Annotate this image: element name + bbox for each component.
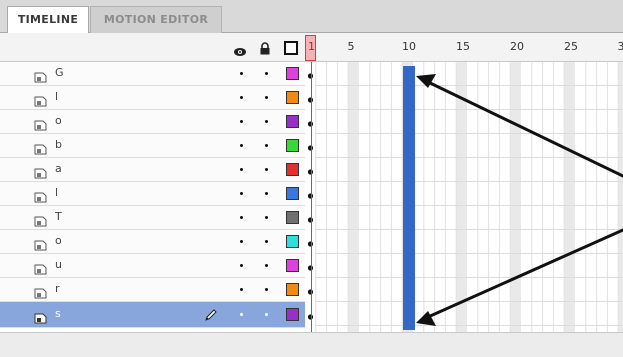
lock-dot[interactable] — [265, 216, 268, 219]
outline-color-swatch[interactable] — [286, 163, 299, 176]
layer-row[interactable]: T — [0, 206, 305, 230]
visibility-dot[interactable] — [240, 216, 243, 219]
lock-dot[interactable] — [265, 72, 268, 75]
outline-color-swatch[interactable] — [286, 67, 299, 80]
layer-row[interactable]: l — [0, 86, 305, 110]
layer-icon — [34, 164, 47, 179]
ruler-number: 5 — [347, 40, 355, 53]
layer-row[interactable]: r — [0, 278, 305, 302]
outline-icon[interactable] — [284, 40, 298, 59]
frame-cells — [305, 62, 623, 332]
outline-color-swatch[interactable] — [286, 211, 299, 224]
outline-color-swatch[interactable] — [286, 235, 299, 248]
layer-name: o — [55, 234, 62, 247]
layer-icon — [34, 284, 47, 299]
outline-color-swatch[interactable] — [286, 308, 299, 321]
pencil-icon — [204, 307, 218, 326]
visibility-dot[interactable] — [240, 96, 243, 99]
selected-frame-column[interactable] — [403, 66, 415, 330]
ruler-number: 10 — [402, 40, 416, 53]
visibility-dot[interactable] — [240, 144, 243, 147]
layer-icon — [34, 236, 47, 251]
outline-color-swatch[interactable] — [286, 283, 299, 296]
layer-name: G — [55, 66, 64, 79]
layer-row[interactable]: o — [0, 110, 305, 134]
outline-color-swatch[interactable] — [286, 115, 299, 128]
visibility-dot[interactable] — [240, 120, 243, 123]
playhead-frame-number: 1 — [308, 40, 315, 53]
ruler-number: 25 — [564, 40, 578, 53]
outline-color-swatch[interactable] — [286, 187, 299, 200]
layer-row[interactable]: G — [0, 62, 305, 86]
lock-dot[interactable] — [265, 264, 268, 267]
tab-strip: TIMELINE MOTION EDITOR — [0, 0, 623, 33]
frames-grid[interactable] — [305, 62, 623, 332]
ruler-number: 3 — [617, 40, 623, 53]
visibility-dot[interactable] — [240, 168, 243, 171]
layer-row[interactable]: l — [0, 182, 305, 206]
outline-color-swatch[interactable] — [286, 139, 299, 152]
layer-list: G l o b a l T o u r s — [0, 62, 305, 332]
layer-name: b — [55, 138, 62, 151]
layer-row-selected[interactable]: s — [0, 302, 305, 328]
layer-row[interactable]: b — [0, 134, 305, 158]
lock-icon[interactable] — [259, 40, 271, 59]
lock-dot[interactable] — [265, 168, 268, 171]
lock-dot[interactable] — [265, 96, 268, 99]
layer-name: u — [55, 258, 62, 271]
layer-icon — [34, 68, 47, 83]
layer-icon — [34, 116, 47, 131]
eye-icon[interactable] — [233, 42, 247, 61]
layer-icon — [34, 188, 47, 203]
lock-dot[interactable] — [265, 192, 268, 195]
ruler-number: 20 — [510, 40, 524, 53]
layer-name: T — [55, 210, 62, 223]
layer-row[interactable]: a — [0, 158, 305, 182]
layer-row[interactable]: u — [0, 254, 305, 278]
visibility-dot[interactable] — [240, 288, 243, 291]
layer-row[interactable]: o — [0, 230, 305, 254]
layer-icon — [34, 212, 47, 227]
layer-icon — [34, 260, 47, 275]
layer-icon — [34, 140, 47, 155]
lock-dot[interactable] — [265, 313, 268, 316]
tab-timeline[interactable]: TIMELINE — [7, 6, 89, 33]
outline-color-swatch[interactable] — [286, 91, 299, 104]
playhead-line — [311, 62, 312, 357]
layer-icon — [34, 92, 47, 107]
outline-color-swatch[interactable] — [286, 259, 299, 272]
layer-name: r — [55, 282, 60, 295]
layer-name: o — [55, 114, 62, 127]
timeline-panel: TIMELINE MOTION EDITOR 5 10 15 20 25 3 1… — [0, 0, 623, 357]
visibility-dot[interactable] — [240, 240, 243, 243]
lock-dot[interactable] — [265, 288, 268, 291]
tab-motion-editor[interactable]: MOTION EDITOR — [90, 6, 222, 33]
visibility-dot[interactable] — [240, 72, 243, 75]
visibility-dot[interactable] — [240, 192, 243, 195]
lock-dot[interactable] — [265, 120, 268, 123]
lock-dot[interactable] — [265, 240, 268, 243]
layer-name: a — [55, 162, 62, 175]
ruler-number: 15 — [456, 40, 470, 53]
lock-dot[interactable] — [265, 144, 268, 147]
timeline-bottom-bar — [0, 332, 623, 357]
layer-name: l — [55, 90, 59, 103]
layer-name: s — [55, 307, 61, 320]
layer-icon — [34, 309, 47, 324]
visibility-dot[interactable] — [240, 313, 243, 316]
layer-name: l — [55, 186, 59, 199]
visibility-dot[interactable] — [240, 264, 243, 267]
